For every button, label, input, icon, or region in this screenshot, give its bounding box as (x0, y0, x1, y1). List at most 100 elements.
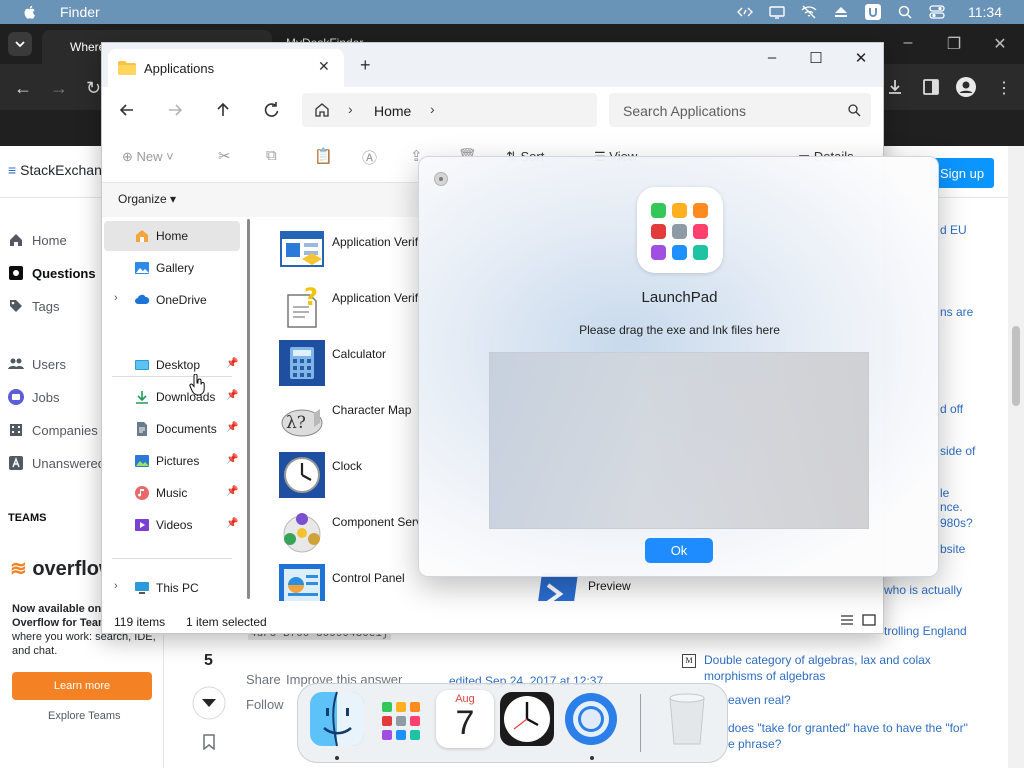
pin-icon[interactable]: 📌 (226, 390, 238, 401)
copy-icon[interactable]: ⧉ (266, 147, 277, 164)
page-scrollbar[interactable] (1008, 146, 1024, 768)
chrome-dock-icon[interactable] (562, 690, 620, 748)
finder-dock-icon[interactable] (308, 690, 366, 748)
chevron-right-icon[interactable]: › (114, 292, 118, 304)
browser-back-button[interactable]: ← (14, 78, 32, 99)
follow-link[interactable]: Follow (246, 697, 284, 712)
explorer-minimize-button[interactable]: – (762, 49, 782, 66)
download-icon[interactable] (884, 76, 906, 98)
share-link[interactable]: Share (246, 672, 281, 687)
back-arrow-icon[interactable] (116, 99, 138, 121)
hot-question-link[interactable]: does "take for granted" have to have the… (728, 720, 988, 736)
navigation-pane-scrollbar[interactable] (247, 219, 250, 599)
ok-button[interactable]: Ok (645, 538, 713, 563)
pin-icon[interactable]: 📌 (226, 518, 238, 529)
explorer-maximize-button[interactable]: ☐ (806, 49, 826, 67)
hot-question-link[interactable]: 980s? (940, 515, 973, 531)
learn-more-button[interactable]: Learn more (12, 672, 152, 700)
se-nav-unanswered[interactable]: Unanswered (8, 455, 105, 471)
sidebar-item-videos[interactable]: Videos 📌 (104, 510, 240, 540)
hot-question-link[interactable]: trolling England (884, 623, 967, 639)
new-tab-button[interactable]: + (360, 55, 371, 76)
explorer-close-button[interactable]: ✕ (851, 49, 871, 67)
se-nav-companies[interactable]: Companies (8, 422, 98, 438)
profile-avatar-icon[interactable] (955, 76, 977, 98)
se-nav-users[interactable]: Users (8, 356, 66, 372)
chevron-right-icon[interactable]: › (430, 101, 435, 117)
hot-question-link[interactable]: nce. (940, 499, 963, 515)
trash-dock-icon[interactable] (658, 690, 716, 748)
new-button[interactable]: ⊕ New ˅ (122, 149, 174, 165)
tiles-view-icon[interactable] (862, 613, 876, 627)
sidebar-item-this-pc[interactable]: › This PC (104, 573, 240, 603)
organize-menu[interactable]: Organize ▾ (118, 192, 176, 206)
dialog-close-button[interactable] (434, 172, 448, 186)
browser-forward-button[interactable]: → (50, 78, 68, 99)
sidebar-item-music[interactable]: Music 📌 (104, 478, 240, 508)
hot-question-link[interactable]: ns are (940, 304, 973, 320)
explorer-tab[interactable]: Applications ✕ (108, 49, 344, 87)
se-nav-questions[interactable]: Questions (8, 265, 96, 281)
browser-close-button[interactable]: ✕ (990, 34, 1010, 54)
refresh-icon[interactable] (260, 99, 282, 121)
eject-icon[interactable] (832, 4, 850, 20)
control-center-icon[interactable] (928, 4, 946, 20)
pin-icon[interactable]: 📌 (226, 454, 238, 465)
se-nav-home[interactable]: Home (8, 232, 67, 248)
forward-arrow-icon[interactable] (164, 99, 186, 121)
sidebar-item-pictures[interactable]: Pictures 📌 (104, 446, 240, 476)
bookmark-icon[interactable] (202, 734, 216, 750)
downvote-icon[interactable] (192, 686, 226, 720)
cut-icon[interactable]: ✂ (218, 147, 231, 165)
hot-question-link[interactable]: d EU (940, 222, 967, 238)
menu-clock[interactable]: 11:34 (968, 4, 1002, 20)
code-icon[interactable] (736, 4, 754, 20)
explore-teams-link[interactable]: Explore Teams (48, 710, 121, 722)
sidebar-item-gallery[interactable]: Gallery (104, 253, 240, 283)
se-nav-jobs[interactable]: Jobs (8, 389, 59, 405)
home-icon[interactable] (314, 102, 330, 118)
details-view-icon[interactable] (840, 613, 854, 627)
breadcrumb-home[interactable]: Home (374, 103, 411, 119)
u-app-icon[interactable] (864, 4, 882, 20)
sidebar-item-desktop[interactable]: Desktop 📌 (104, 350, 240, 380)
file-drop-zone[interactable] (489, 352, 869, 529)
browser-minimize-button[interactable]: – (898, 34, 918, 52)
browser-reload-button[interactable]: ↻ (86, 78, 101, 99)
sidebar-item-home[interactable]: Home (104, 221, 240, 251)
explorer-search-input[interactable]: Search Applications (609, 93, 871, 127)
pin-icon[interactable]: 📌 (226, 358, 238, 369)
sidebar-item-documents[interactable]: Documents 📌 (104, 414, 240, 444)
hot-question-link[interactable]: eaven real? (728, 692, 791, 708)
calendar-dock-icon[interactable]: Aug 7 (436, 690, 494, 748)
address-breadcrumb[interactable]: › Home › (302, 93, 597, 127)
signup-button[interactable]: Sign up (930, 158, 994, 188)
pin-icon[interactable]: 📌 (226, 486, 238, 497)
explorer-tab-close-button[interactable]: ✕ (318, 58, 330, 75)
side-panel-icon[interactable] (920, 76, 942, 98)
display-icon[interactable] (768, 4, 786, 20)
browser-maximize-button[interactable]: ❐ (944, 34, 964, 54)
hot-question-link[interactable]: e phrase? (728, 736, 781, 752)
chevron-right-icon[interactable]: › (114, 580, 118, 592)
hot-question-link[interactable]: bsite (940, 541, 965, 557)
hot-question-link[interactable]: side of (940, 443, 975, 459)
tab-search-button[interactable] (8, 32, 32, 56)
menu-app-name[interactable]: Finder (60, 4, 100, 20)
page-scrollbar-thumb[interactable] (1012, 326, 1020, 406)
up-arrow-icon[interactable] (212, 99, 234, 121)
hot-question-link[interactable]: who is actually (884, 582, 962, 598)
paste-icon[interactable]: 📋 (314, 147, 333, 165)
apple-icon[interactable] (22, 4, 38, 20)
sidebar-item-downloads[interactable]: Downloads 📌 (104, 382, 240, 412)
pin-icon[interactable]: 📌 (226, 422, 238, 433)
hot-question-link[interactable]: d off (940, 401, 963, 417)
clock-dock-icon[interactable] (498, 690, 556, 748)
search-icon[interactable] (896, 4, 914, 20)
wifi-off-icon[interactable] (800, 4, 818, 20)
rename-icon[interactable]: Ⓐ (362, 147, 377, 168)
hot-question-link[interactable]: Double category of algebras, lax and col… (704, 652, 964, 684)
hamburger-icon[interactable]: ≡ (8, 162, 16, 178)
sidebar-item-onedrive[interactable]: › OneDrive (104, 285, 240, 315)
launchpad-dock-icon[interactable] (372, 690, 430, 748)
